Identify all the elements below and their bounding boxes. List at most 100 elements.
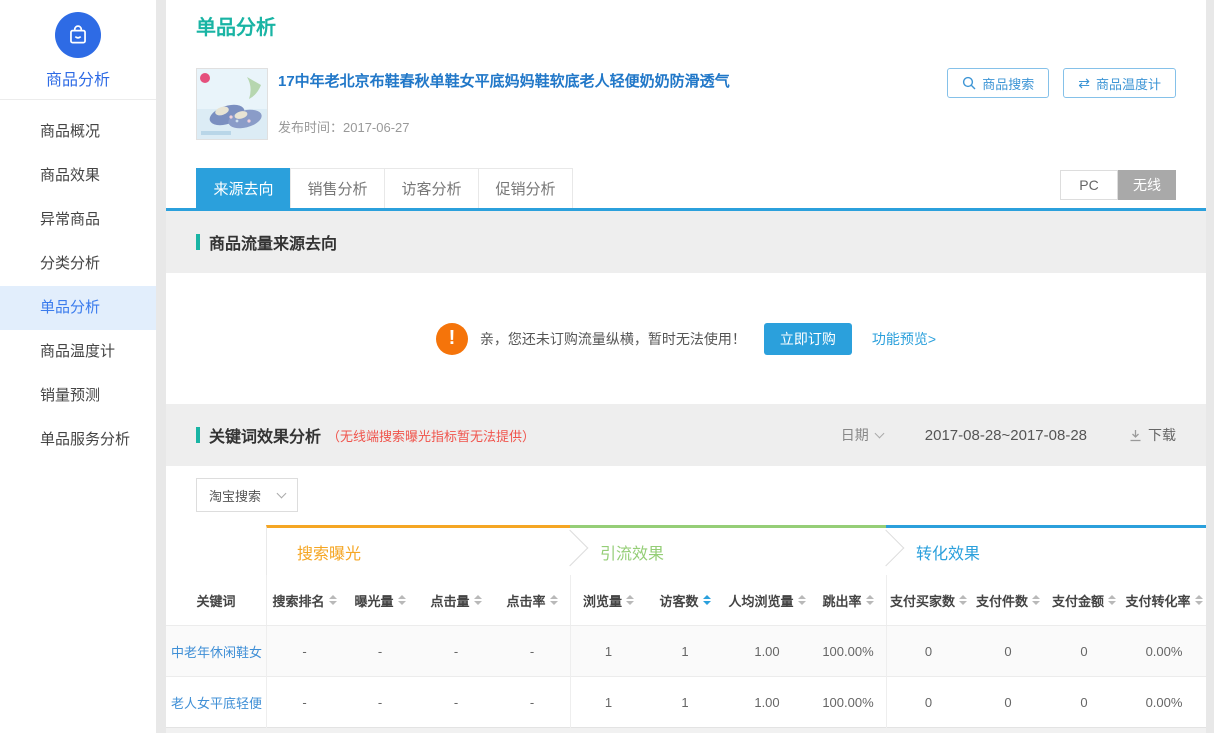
sort-icon <box>626 595 634 605</box>
sidebar-item-single-item-service[interactable]: 单品服务分析 <box>0 418 156 462</box>
cell-payment-amount: 0 <box>1046 677 1122 728</box>
sort-icon <box>798 595 806 605</box>
sort-icon <box>550 595 558 605</box>
shopping-bag-icon <box>55 12 101 58</box>
column-header-label: 支付件数 <box>976 591 1028 610</box>
column-header-label: 曝光量 <box>354 591 393 610</box>
sort-icon-active <box>703 595 711 605</box>
column-header-conversion-rate[interactable]: 支付转化率 <box>1122 575 1206 625</box>
column-header-bounce-rate[interactable]: 跳出率 <box>810 575 886 625</box>
column-header-payment-amount[interactable]: 支付金额 <box>1046 575 1122 625</box>
column-header-label: 点击率 <box>506 591 545 610</box>
toggle-pc[interactable]: PC <box>1060 170 1118 200</box>
cell-buyers: 0 <box>886 626 970 677</box>
sidebar-item-sales-forecast[interactable]: 销量预测 <box>0 374 156 418</box>
column-header-label: 支付转化率 <box>1125 591 1190 610</box>
sort-icon <box>1032 595 1040 605</box>
column-header-label: 搜索排名 <box>272 591 324 610</box>
sidebar-item-category-analysis[interactable]: 分类分析 <box>0 242 156 286</box>
product-thumbnail[interactable] <box>196 68 268 140</box>
sidebar-item-product-effect[interactable]: 商品效果 <box>0 154 156 198</box>
cell-ctr: - <box>494 677 570 728</box>
tab-sales-analysis[interactable]: 销售分析 <box>290 168 385 208</box>
cell-pageviews: 1 <box>570 677 646 728</box>
feature-preview-link[interactable]: 功能预览> <box>872 329 936 349</box>
sidebar-menu: 商品概况 商品效果 异常商品 分类分析 单品分析 商品温度计 销量预测 单品服务… <box>0 100 156 462</box>
chevron-down-icon <box>874 428 884 438</box>
column-header-keyword: 关键词 <box>166 575 266 625</box>
group-header-spacer <box>166 525 266 575</box>
product-search-label: 商品搜索 <box>982 74 1034 93</box>
column-header-pageviews[interactable]: 浏览量 <box>570 575 646 625</box>
cell-buyers: 0 <box>886 677 970 728</box>
sidebar-item-abnormal-products[interactable]: 异常商品 <box>0 198 156 242</box>
table-row: 中老年休闲鞋女 - - - - 1 1 1.00 100.00% 0 0 0 0… <box>166 625 1206 676</box>
cell-items-paid: 0 <box>970 677 1046 728</box>
column-header-items-paid[interactable]: 支付件数 <box>970 575 1046 625</box>
sidebar-item-single-item-analysis[interactable]: 单品分析 <box>0 286 156 330</box>
column-header-clicks[interactable]: 点击量 <box>418 575 494 625</box>
search-icon <box>962 76 976 90</box>
cell-impressions: - <box>342 677 418 728</box>
column-header-avg-pageviews[interactable]: 人均浏览量 <box>724 575 810 625</box>
cell-clicks: - <box>418 677 494 728</box>
order-now-button[interactable]: 立即订购 <box>764 323 852 355</box>
sidebar-item-product-overview[interactable]: 商品概况 <box>0 110 156 154</box>
download-link[interactable]: 下载 <box>1129 425 1176 445</box>
cell-bounce-rate: 100.00% <box>810 626 886 677</box>
flow-section-title-wrap: 商品流量来源去向 <box>196 230 337 254</box>
column-header-buyers[interactable]: 支付买家数 <box>886 575 970 625</box>
swap-arrows-icon: ⇄ <box>1078 76 1090 90</box>
cell-search-rank: - <box>266 677 342 728</box>
cell-search-rank: - <box>266 626 342 677</box>
sort-icon <box>398 595 406 605</box>
warning-text: 亲，您还未订购流量纵横，暂时无法使用！ <box>480 329 746 349</box>
cell-conversion-rate: 0.00% <box>1122 626 1206 677</box>
section-bar-icon <box>196 427 200 443</box>
chevron-down-icon <box>277 488 287 498</box>
product-title-link[interactable]: 17中年老北京布鞋春秋单鞋女平底妈妈鞋软底老人轻便奶奶防滑透气 <box>278 70 947 91</box>
date-range-value: 2017-08-28~2017-08-28 <box>925 427 1087 444</box>
keyword-link[interactable]: 中老年休闲鞋女 <box>166 626 266 677</box>
column-header-impressions[interactable]: 曝光量 <box>342 575 418 625</box>
product-info: 17中年老北京布鞋春秋单鞋女平底妈妈鞋软底老人轻便奶奶防滑透气 发布时间：201… <box>278 68 947 140</box>
sort-icon <box>959 595 967 605</box>
product-summary: 17中年老北京布鞋春秋单鞋女平底妈妈鞋软底老人轻便奶奶防滑透气 发布时间：201… <box>196 68 1176 140</box>
column-header-row: 关键词 搜索排名 曝光量 点击量 点击率 <box>166 575 1206 625</box>
product-search-button[interactable]: 商品搜索 <box>947 68 1049 98</box>
cell-avg-pageviews: 1.00 <box>724 626 810 677</box>
group-header-row: 搜索曝光 引流效果 转化效果 <box>166 525 1206 575</box>
cell-pageviews: 1 <box>570 626 646 677</box>
column-header-label: 关键词 <box>196 591 235 610</box>
tab-source-flow[interactable]: 来源去向 <box>196 168 291 208</box>
date-dropdown-label: 日期 <box>841 425 869 445</box>
keyword-section-header: 关键词效果分析 （无线端搜索曝光指标暂无法提供） 日期 2017-08-28~2… <box>166 404 1206 466</box>
toggle-wireless[interactable]: 无线 <box>1118 170 1176 200</box>
flow-section-header: 商品流量来源去向 <box>166 211 1206 273</box>
tab-visitor-analysis[interactable]: 访客分析 <box>384 168 479 208</box>
keyword-link[interactable]: 老人女平底轻便 <box>166 677 266 728</box>
cell-visitors: 1 <box>646 626 724 677</box>
cell-bounce-rate: 100.00% <box>810 677 886 728</box>
keyword-section-controls: 日期 2017-08-28~2017-08-28 下载 <box>841 425 1176 445</box>
cell-items-paid: 0 <box>970 626 1046 677</box>
column-header-search-rank[interactable]: 搜索排名 <box>266 575 342 625</box>
sidebar-item-product-thermometer[interactable]: 商品温度计 <box>0 330 156 374</box>
product-thermometer-button[interactable]: ⇄ 商品温度计 <box>1063 68 1176 98</box>
sort-icon <box>329 595 337 605</box>
keyword-section-title-wrap: 关键词效果分析 （无线端搜索曝光指标暂无法提供） <box>196 423 535 447</box>
column-header-label: 浏览量 <box>583 591 622 610</box>
column-header-visitors[interactable]: 访客数 <box>646 575 724 625</box>
date-dropdown[interactable]: 日期 <box>841 425 883 445</box>
source-filter-dropdown[interactable]: 淘宝搜索 <box>196 478 298 512</box>
main-content: 单品分析 <box>166 0 1206 733</box>
column-header-ctr[interactable]: 点击率 <box>494 575 570 625</box>
tab-promotion-analysis[interactable]: 促销分析 <box>478 168 573 208</box>
page-title: 单品分析 <box>196 14 1176 42</box>
cell-impressions: - <box>342 626 418 677</box>
keyword-section-note: （无线端搜索曝光指标暂无法提供） <box>327 426 535 445</box>
cell-payment-amount: 0 <box>1046 626 1122 677</box>
sort-icon <box>866 595 874 605</box>
product-thermometer-label: 商品温度计 <box>1096 74 1161 93</box>
download-icon <box>1129 429 1142 442</box>
